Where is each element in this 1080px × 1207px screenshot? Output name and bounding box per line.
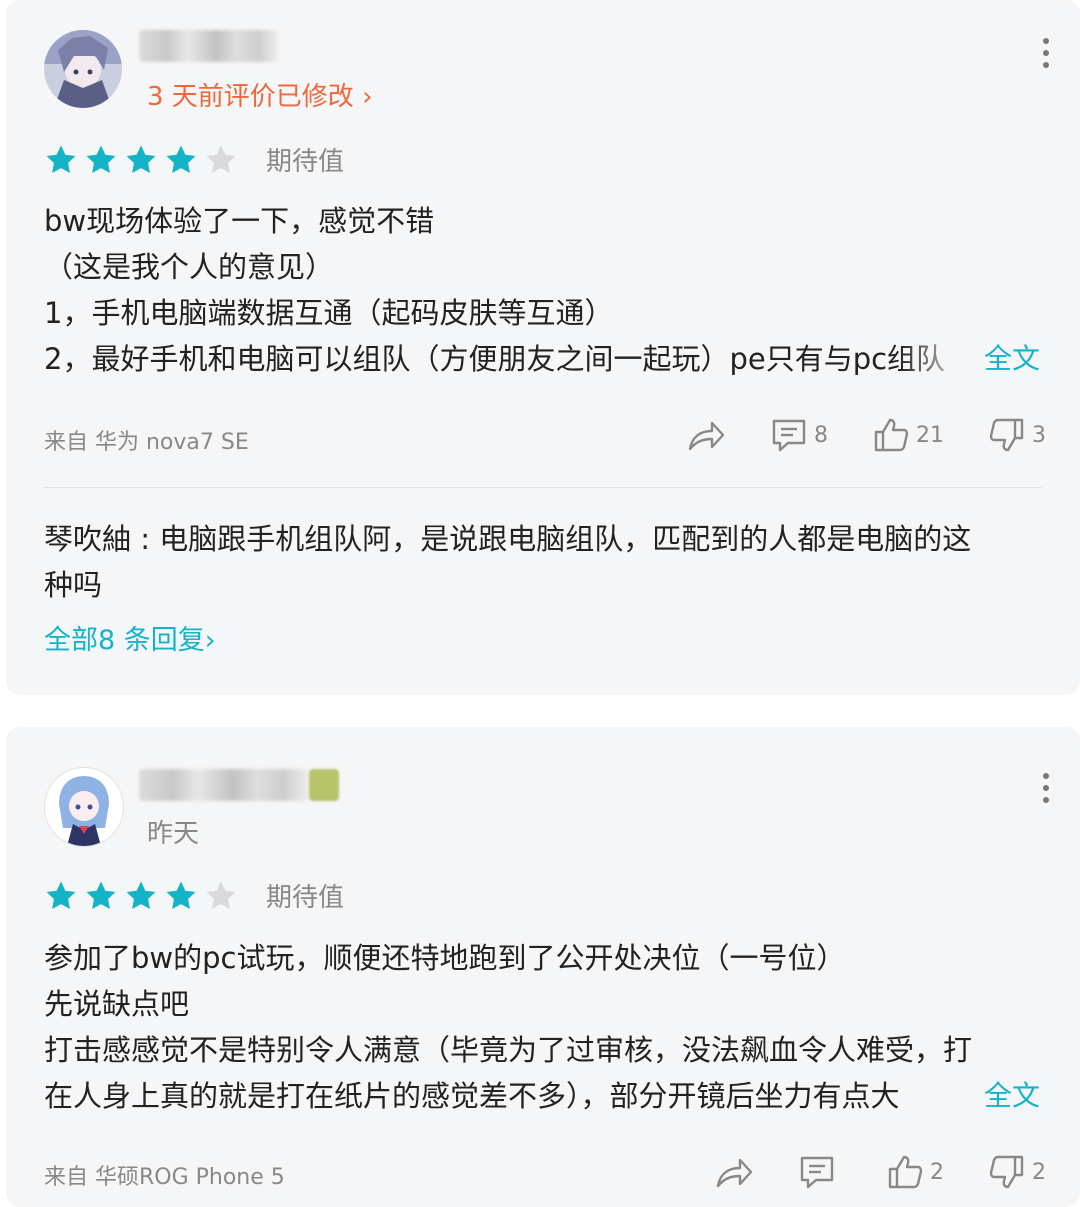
dislike-button[interactable]: 2 xyxy=(988,1153,1046,1191)
like-button[interactable]: 21 xyxy=(872,416,944,454)
review-card: 昨天 期待值 参加了bw的pc试玩，顺便还特地跑到了公开处决位（一号位） 先说缺… xyxy=(6,727,1080,1207)
user-name-blurred[interactable] xyxy=(139,30,279,62)
avatar[interactable] xyxy=(44,30,122,108)
star-icon xyxy=(126,145,156,173)
star-icon xyxy=(46,881,76,909)
comment-icon xyxy=(800,1156,834,1189)
star-icon xyxy=(126,881,156,909)
user-badge-icon xyxy=(309,769,339,801)
share-icon xyxy=(688,421,725,451)
thumbs-up-icon xyxy=(888,1155,923,1189)
review-time: 昨天 xyxy=(147,819,200,849)
more-vertical-icon[interactable] xyxy=(1042,38,1050,74)
action-bar: 2 2 xyxy=(670,1153,1046,1191)
thumbs-down-icon xyxy=(989,418,1024,452)
chevron-right-icon: › xyxy=(362,82,373,112)
full-text-link[interactable]: 全文 xyxy=(984,1073,1040,1119)
review-line: 在人身上真的就是打在纸片的感觉差不多），部分开镜后坐力有点大 xyxy=(44,1079,900,1113)
rating-label: 期待值 xyxy=(266,147,345,177)
review-line: bw现场体验了一下，感觉不错 xyxy=(44,204,435,238)
all-replies-link[interactable]: 全部8 条回复› xyxy=(44,618,216,657)
star-icon xyxy=(86,145,116,173)
comment-count: 8 xyxy=(814,422,828,448)
share-icon xyxy=(716,1158,753,1188)
rating-label: 期待值 xyxy=(266,883,345,913)
dislike-count: 2 xyxy=(1032,1159,1046,1185)
reply-preview[interactable]: 琴吹紬 : 电脑跟手机组队阿，是说跟电脑组队，匹配到的人都是电脑的这 种吗 xyxy=(44,516,1040,608)
comment-icon xyxy=(772,419,806,452)
review-line: 2，最好手机和电脑可以组队（方便朋友之间一起玩）pe只有与pc组队 xyxy=(44,342,946,376)
review-line-truncated: 在人身上真的就是打在纸片的感觉差不多），部分开镜后坐力有点大 全文 xyxy=(44,1073,1040,1119)
divider xyxy=(44,487,1042,488)
review-time-modified[interactable]: 3 天前评价已修改 › xyxy=(147,76,372,113)
review-line: （这是我个人的意见） xyxy=(44,250,335,284)
review-body[interactable]: bw现场体验了一下，感觉不错 （这是我个人的意见） 1，手机电脑端数据互通（起码… xyxy=(44,198,1040,382)
device-label: 来自 华硕ROG Phone 5 xyxy=(44,1165,285,1190)
review-line: 参加了bw的pc试玩，顺便还特地跑到了公开处决位（一号位） xyxy=(44,941,846,975)
like-count: 2 xyxy=(930,1159,944,1185)
avatar[interactable] xyxy=(44,767,124,847)
reply-line: 琴吹紬 : 电脑跟手机组队阿，是说跟电脑组队，匹配到的人都是电脑的这 xyxy=(44,522,972,556)
star-icon xyxy=(206,881,236,909)
like-count: 21 xyxy=(916,422,944,448)
review-line: 1，手机电脑端数据互通（起码皮肤等互通） xyxy=(44,296,614,330)
like-button[interactable]: 2 xyxy=(886,1153,944,1191)
rating-stars: 期待值 xyxy=(44,877,344,914)
share-button[interactable] xyxy=(686,417,726,453)
star-icon xyxy=(206,145,236,173)
thumbs-down-icon xyxy=(989,1155,1024,1189)
dislike-button[interactable]: 3 xyxy=(988,416,1046,454)
share-button[interactable] xyxy=(714,1154,754,1190)
review-line-truncated: 2，最好手机和电脑可以组队（方便朋友之间一起玩）pe只有与pc组队 全文 xyxy=(44,336,1040,382)
reply-line: 种吗 xyxy=(44,568,103,602)
star-icon xyxy=(166,881,196,909)
review-line: 打击感感觉不是特别令人满意（毕竟为了过审核，没法飙血令人难受，打 xyxy=(44,1033,973,1067)
time-text: 3 天前评价已修改 xyxy=(147,82,354,112)
review-body[interactable]: 参加了bw的pc试玩，顺便还特地跑到了公开处决位（一号位） 先说缺点吧 打击感感… xyxy=(44,935,1040,1119)
rating-stars: 期待值 xyxy=(44,141,344,178)
comment-button[interactable]: 8 xyxy=(770,417,828,453)
dislike-count: 3 xyxy=(1032,422,1046,448)
star-icon xyxy=(46,145,76,173)
more-vertical-icon[interactable] xyxy=(1042,773,1050,809)
thumbs-up-icon xyxy=(874,418,909,452)
full-text-link[interactable]: 全文 xyxy=(984,336,1040,382)
review-line: 先说缺点吧 xyxy=(44,987,190,1021)
review-card: 3 天前评价已修改 › 期待值 bw现场体验了一下，感觉不错 （这是我个人的意见… xyxy=(6,0,1080,695)
star-icon xyxy=(166,145,196,173)
user-name-blurred[interactable] xyxy=(139,769,309,801)
device-label: 来自 华为 nova7 SE xyxy=(44,430,249,455)
comment-button[interactable] xyxy=(798,1154,842,1190)
star-icon xyxy=(86,881,116,909)
action-bar: 8 21 3 xyxy=(642,416,1046,454)
